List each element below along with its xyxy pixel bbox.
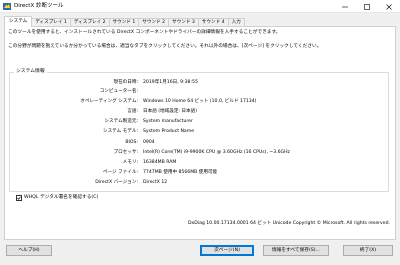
- close-icon: [386, 3, 392, 10]
- save-all-info-button[interactable]: 情報をすべて保存(S)...: [263, 245, 329, 256]
- info-value-datetime: 2019年1月16日, 9:38:55: [143, 80, 198, 85]
- intro-text-1: このツールを使用すると、インストールされている DirectX コンポーネントや…: [8, 30, 281, 35]
- info-label-page-file: ページ ファイル:: [102, 170, 138, 175]
- close-button[interactable]: [378, 0, 400, 13]
- info-label-datetime: 現在の日時:: [113, 80, 138, 85]
- window-title: DirectX 診断ツール: [14, 3, 64, 9]
- next-page-button[interactable]: 次ページ(N): [200, 245, 254, 256]
- whql-checkbox-row[interactable]: WHQL デジタル署名を確認する(C): [16, 195, 98, 201]
- help-button[interactable]: ヘルプ(H): [6, 245, 52, 256]
- checkmark-icon: [17, 196, 21, 200]
- info-label-directx-version: DirectX バージョン:: [95, 180, 138, 185]
- tab-system[interactable]: システム: [4, 16, 33, 27]
- info-value-model: System Product Name: [143, 129, 195, 134]
- info-label-memory: メモリ:: [122, 160, 138, 165]
- info-value-memory: 16384MB RAM: [143, 160, 177, 165]
- maximize-icon: [364, 3, 370, 10]
- info-value-bios: 0904: [143, 140, 155, 145]
- info-label-computer-name: コンピューター名:: [99, 89, 138, 94]
- version-copyright-text: DxDiag 10.00.17134.0001 64 ビット Unicode C…: [188, 221, 390, 226]
- info-label-processor: プロセッサ:: [113, 150, 138, 155]
- info-value-language: 日本語 (地域設定: 日本語): [143, 109, 197, 114]
- minimize-button[interactable]: [334, 0, 356, 13]
- info-label-model: システム モデル:: [102, 129, 138, 134]
- title-bar: DirectX 診断ツール: [0, 0, 400, 13]
- system-info-title: システム情報: [14, 69, 47, 75]
- info-value-directx-version: DirectX 12: [143, 180, 168, 185]
- info-label-manufacturer: システム製造元:: [104, 119, 138, 124]
- info-value-manufacturer: System manufacturer: [143, 119, 193, 124]
- info-label-language: 言語:: [127, 109, 138, 114]
- maximize-button[interactable]: [356, 0, 378, 13]
- info-value-page-file: 7747MB 使用中 8566MB 使用可能: [143, 170, 218, 175]
- info-label-os: オペレーティング システム:: [80, 99, 138, 104]
- whql-checkbox-label: WHQL デジタル署名を確認する(C): [24, 195, 99, 200]
- minimize-icon: [342, 6, 348, 7]
- info-value-os: Windows 10 Home 64 ビット (10.0, ビルド 17134): [143, 99, 257, 104]
- exit-button[interactable]: 終了(X): [343, 245, 393, 256]
- whql-checkbox[interactable]: [16, 195, 22, 201]
- directx-app-icon: [3, 3, 11, 10]
- intro-text-2: この分野が問題を抱えているか分かっている場合は、適当なタブをクリックしてください…: [8, 44, 322, 49]
- info-value-processor: Intel(R) Core(TM) i9-9900K CPU @ 3.60GHz…: [143, 150, 290, 155]
- info-label-bios: BIOS:: [125, 140, 138, 145]
